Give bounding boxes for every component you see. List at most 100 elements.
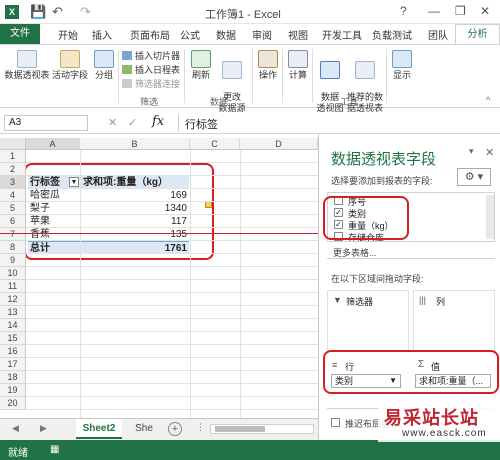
row-header[interactable]: 18 bbox=[0, 371, 26, 384]
title-bar: X 💾 ↶ ↷ 工作簿1 - Excel ? — ❐ ✕ bbox=[0, 0, 500, 24]
filter-funnel-icon: ▼ bbox=[333, 295, 342, 305]
tab-formulas[interactable]: 公式 bbox=[180, 27, 200, 42]
insert-function-icon[interactable]: fx bbox=[152, 114, 164, 129]
row-header[interactable]: 8 bbox=[0, 241, 26, 254]
cancel-entry-icon[interactable]: ✕ bbox=[108, 116, 117, 129]
columns-area[interactable]: ||| 列 bbox=[413, 290, 495, 352]
row-header[interactable]: 20 bbox=[0, 397, 26, 410]
row-header[interactable]: 4 bbox=[0, 189, 26, 202]
confirm-entry-icon[interactable]: ✓ bbox=[128, 116, 137, 129]
row-header[interactable]: 19 bbox=[0, 384, 26, 397]
row-header[interactable]: 16 bbox=[0, 345, 26, 358]
scrollbar-thumb[interactable] bbox=[215, 426, 265, 432]
column-header-d[interactable]: D bbox=[240, 138, 318, 150]
redo-icon[interactable]: ↷ bbox=[80, 4, 91, 20]
tab-team[interactable]: 团队 bbox=[428, 27, 448, 42]
row-header[interactable]: 10 bbox=[0, 267, 26, 280]
column-header-a[interactable]: A bbox=[26, 138, 80, 150]
group-button[interactable]: 分组 bbox=[92, 50, 116, 81]
close-button[interactable]: ✕ bbox=[480, 4, 490, 18]
row-header[interactable]: 2 bbox=[0, 163, 26, 176]
active-field-button[interactable]: 活动字段 bbox=[52, 50, 88, 81]
formula-input[interactable]: 行标签 bbox=[178, 115, 316, 131]
grid-line bbox=[26, 266, 318, 267]
row-header[interactable]: 9 bbox=[0, 254, 26, 267]
insert-timeline-button[interactable]: 插入日程表 bbox=[122, 63, 180, 76]
row-header[interactable]: 7 bbox=[0, 228, 26, 241]
pivot-row-label[interactable]: 苹果 bbox=[28, 215, 80, 228]
sheet-tab-other[interactable]: She bbox=[124, 419, 164, 439]
scroll-right-icon[interactable]: ▶ bbox=[40, 423, 47, 434]
row-header[interactable]: 1 bbox=[0, 150, 26, 163]
layout-settings-button[interactable]: ⚙ ▾ bbox=[457, 168, 491, 186]
pivot-row-label[interactable]: 香蕉 bbox=[28, 228, 80, 241]
drag-hint: 在以下区域间拖动字段: bbox=[331, 274, 424, 284]
defer-checkbox[interactable] bbox=[331, 418, 340, 427]
column-header-c[interactable]: C bbox=[190, 138, 240, 150]
ribbon-tabs: 文件 开始 插入 页面布局 公式 数据 审阅 视图 开发工具 负载测试 团队 分… bbox=[0, 24, 500, 44]
worksheet-grid[interactable]: A B C D 行标签 ▼ 求和项:重量（kg） 总计 1761 1234567… bbox=[0, 138, 318, 418]
excel-logo-icon: X bbox=[5, 5, 19, 19]
sheet-tab-sheet2[interactable]: Sheet2 bbox=[76, 419, 122, 439]
pane-close-icon[interactable]: ✕ bbox=[485, 146, 494, 159]
row-header[interactable]: 13 bbox=[0, 306, 26, 319]
tab-insert[interactable]: 插入 bbox=[92, 27, 112, 42]
show-button[interactable]: 显示 bbox=[390, 50, 414, 81]
row-header[interactable]: 15 bbox=[0, 332, 26, 345]
pane-options-icon[interactable]: ▾ bbox=[469, 146, 474, 157]
add-sheet-icon[interactable]: + bbox=[168, 422, 182, 436]
tab-review[interactable]: 审阅 bbox=[252, 27, 272, 42]
row-header[interactable]: 17 bbox=[0, 358, 26, 371]
help-button[interactable]: ? bbox=[400, 4, 407, 18]
pivot-row-label[interactable]: 梨子 bbox=[28, 202, 80, 215]
tab-data[interactable]: 数据 bbox=[216, 27, 236, 42]
pivot-row-value[interactable]: 1340 bbox=[81, 202, 189, 215]
field-list-scrollbar[interactable] bbox=[486, 195, 494, 239]
calculations-label: 计算 bbox=[288, 70, 307, 80]
filter-connections-button[interactable]: 筛选器连接 bbox=[122, 77, 180, 90]
grid-line bbox=[26, 370, 318, 371]
undo-icon[interactable]: ↶ bbox=[52, 4, 63, 20]
row-header[interactable]: 3 bbox=[0, 176, 26, 189]
change-source-icon bbox=[222, 61, 242, 79]
restore-button[interactable]: ❐ bbox=[455, 4, 466, 18]
sheet-options-icon[interactable]: ⋮ bbox=[196, 422, 205, 433]
column-header-b[interactable]: B bbox=[80, 138, 190, 150]
row-header[interactable]: 5 bbox=[0, 202, 26, 215]
tab-load-test[interactable]: 负载测试 bbox=[372, 27, 412, 42]
name-box[interactable]: A3 bbox=[4, 115, 88, 131]
scroll-left-icon[interactable]: ◀ bbox=[12, 423, 19, 434]
refresh-icon bbox=[191, 50, 211, 68]
calculations-button[interactable]: 计算 bbox=[286, 50, 310, 81]
macro-record-icon[interactable]: ▦ bbox=[50, 444, 59, 455]
tab-view[interactable]: 视图 bbox=[288, 27, 308, 42]
pivot-row-value[interactable]: 169 bbox=[81, 189, 189, 202]
tab-file[interactable]: 文件 bbox=[0, 24, 40, 44]
filters-area[interactable]: ▼ 筛选器 bbox=[327, 290, 409, 352]
pivot-row-value[interactable]: 135 bbox=[81, 228, 189, 241]
actions-button[interactable]: 操作 bbox=[256, 50, 280, 81]
tab-developer[interactable]: 开发工具 bbox=[322, 27, 362, 42]
ribbon-separator bbox=[184, 49, 185, 103]
ribbon-separator bbox=[386, 49, 387, 103]
select-all-corner[interactable] bbox=[0, 138, 26, 150]
horizontal-scrollbar[interactable] bbox=[210, 424, 314, 434]
tab-page-layout[interactable]: 页面布局 bbox=[130, 27, 170, 42]
recommended-pivot-icon bbox=[355, 61, 375, 79]
refresh-button[interactable]: 刷新 bbox=[188, 50, 214, 81]
calculations-icon bbox=[288, 50, 308, 68]
pivot-table-button[interactable]: 数据透视表 bbox=[4, 50, 50, 81]
tab-home[interactable]: 开始 bbox=[58, 27, 78, 42]
insert-slicer-button[interactable]: 插入切片器 bbox=[122, 49, 180, 62]
collapse-ribbon-icon[interactable]: ^ bbox=[486, 95, 490, 105]
row-header[interactable]: 11 bbox=[0, 280, 26, 293]
pivot-row-value[interactable]: 117 bbox=[81, 215, 189, 228]
row-header[interactable]: 14 bbox=[0, 319, 26, 332]
save-icon[interactable]: 💾 bbox=[30, 4, 46, 20]
pivot-row-label[interactable]: 哈密瓜 bbox=[28, 189, 80, 202]
minimize-button[interactable]: — bbox=[428, 4, 440, 18]
show-icon bbox=[392, 50, 412, 68]
row-header[interactable]: 6 bbox=[0, 215, 26, 228]
tab-analyze[interactable]: 分析 bbox=[455, 24, 500, 44]
row-header[interactable]: 12 bbox=[0, 293, 26, 306]
